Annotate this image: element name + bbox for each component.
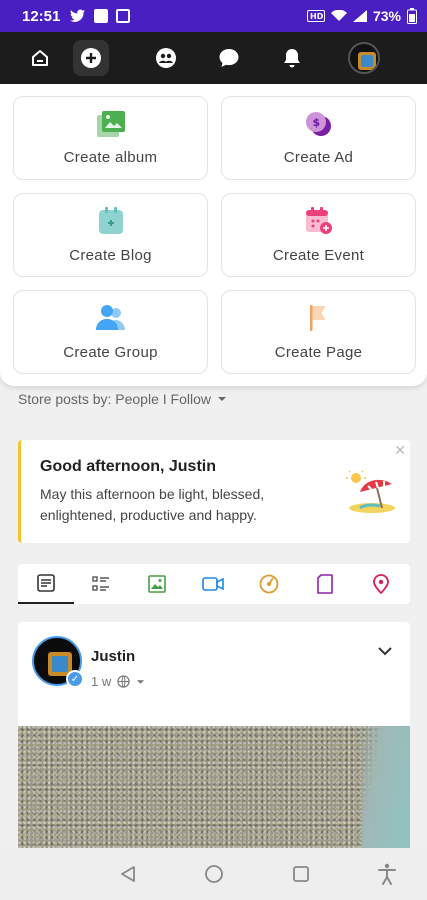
create-album-button[interactable]: Create album xyxy=(13,96,208,180)
tab-file[interactable] xyxy=(297,564,353,604)
twitter-icon xyxy=(70,9,86,22)
battery-percent: 73% xyxy=(372,8,401,24)
android-nav-bar xyxy=(0,848,427,900)
image-icon xyxy=(148,575,166,593)
friends-icon xyxy=(156,48,176,68)
file-icon xyxy=(317,574,333,594)
post-meta: 1 w xyxy=(91,674,145,689)
signal-icon xyxy=(352,10,367,22)
globe-icon xyxy=(117,675,130,688)
create-button[interactable] xyxy=(73,40,109,76)
event-icon xyxy=(305,206,332,234)
wifi-icon xyxy=(330,10,347,21)
create-event-button[interactable]: Create Event xyxy=(221,193,416,277)
group-icon xyxy=(95,304,125,330)
create-page-label: Create Page xyxy=(274,343,363,361)
post-options-chevron-icon[interactable] xyxy=(378,646,392,656)
svg-text:HD: HD xyxy=(310,12,324,21)
ad-icon: $ xyxy=(305,111,331,136)
hd-icon: HD xyxy=(306,10,325,22)
post-image[interactable] xyxy=(18,726,410,852)
composer-tabs xyxy=(18,564,410,604)
notification-icon xyxy=(94,9,109,23)
text-post-icon xyxy=(37,574,55,592)
beach-umbrella-icon xyxy=(346,470,395,513)
accessibility-button[interactable] xyxy=(375,862,399,886)
verified-badge-icon: ✓ xyxy=(66,670,84,688)
profile-button[interactable] xyxy=(346,40,382,76)
create-menu: Create album $ Create Ad Create Blog Cre… xyxy=(0,84,427,386)
greeting-message: May this afternoon be light, blessed, en… xyxy=(40,486,265,523)
post-time: 1 w xyxy=(91,674,112,689)
home-button[interactable] xyxy=(22,40,58,76)
album-icon xyxy=(96,110,125,137)
messages-button[interactable] xyxy=(211,40,247,76)
tab-music[interactable] xyxy=(241,564,297,604)
home-circle-icon xyxy=(205,865,223,883)
location-pin-icon xyxy=(373,574,389,594)
back-button[interactable] xyxy=(116,862,140,886)
top-nav xyxy=(0,32,427,84)
status-bar: 12:51 HD 73% xyxy=(0,0,427,32)
post-card: ✓ Justin 1 w xyxy=(18,622,410,852)
status-time: 12:51 xyxy=(22,7,61,25)
greeting-card: Good afternoon, Justin May this afternoo… xyxy=(18,440,410,543)
greeting-title: Good afternoon, Justin xyxy=(40,458,216,475)
avatar xyxy=(348,42,380,74)
gallery-notification-icon xyxy=(116,9,131,23)
home-icon xyxy=(32,50,48,66)
feed-filter[interactable]: Store posts by: People I Follow xyxy=(18,391,227,407)
tab-text-post[interactable] xyxy=(18,564,74,604)
battery-icon xyxy=(407,8,417,24)
caret-down-icon xyxy=(218,397,226,401)
accessibility-icon xyxy=(378,863,396,885)
recents-square-icon xyxy=(293,866,309,882)
video-icon xyxy=(202,577,224,591)
recents-button[interactable] xyxy=(289,862,313,886)
create-blog-button[interactable]: Create Blog xyxy=(13,193,208,277)
create-ad-button[interactable]: $ Create Ad xyxy=(221,96,416,180)
plus-circle-icon xyxy=(81,48,101,68)
create-group-button[interactable]: Create Group xyxy=(13,290,208,374)
tab-location[interactable] xyxy=(353,564,409,604)
create-group-label: Create Group xyxy=(63,343,158,361)
post-author-name[interactable]: Justin xyxy=(91,648,135,665)
bell-icon xyxy=(284,49,300,68)
tab-poll[interactable] xyxy=(73,564,129,604)
page-flag-icon xyxy=(309,304,325,331)
tab-photo[interactable] xyxy=(129,564,185,604)
close-icon[interactable]: ✕ xyxy=(394,442,406,459)
home-system-button[interactable] xyxy=(202,862,226,886)
friends-button[interactable] xyxy=(148,40,184,76)
feed-filter-label: Store posts by: People I Follow xyxy=(18,391,211,407)
svg-text:$: $ xyxy=(312,116,320,129)
privacy-caret-icon[interactable] xyxy=(136,679,145,685)
create-ad-label: Create Ad xyxy=(283,148,354,166)
tab-video[interactable] xyxy=(185,564,241,604)
create-album-label: Create album xyxy=(63,148,158,166)
list-icon xyxy=(92,576,109,591)
chat-bubble-icon xyxy=(219,49,239,67)
create-blog-label: Create Blog xyxy=(69,246,152,264)
back-triangle-icon xyxy=(121,866,135,882)
notifications-button[interactable] xyxy=(274,40,310,76)
blog-icon xyxy=(98,206,123,234)
create-page-button[interactable]: Create Page xyxy=(221,290,416,374)
music-disc-icon xyxy=(259,574,279,594)
create-event-label: Create Event xyxy=(272,246,365,264)
